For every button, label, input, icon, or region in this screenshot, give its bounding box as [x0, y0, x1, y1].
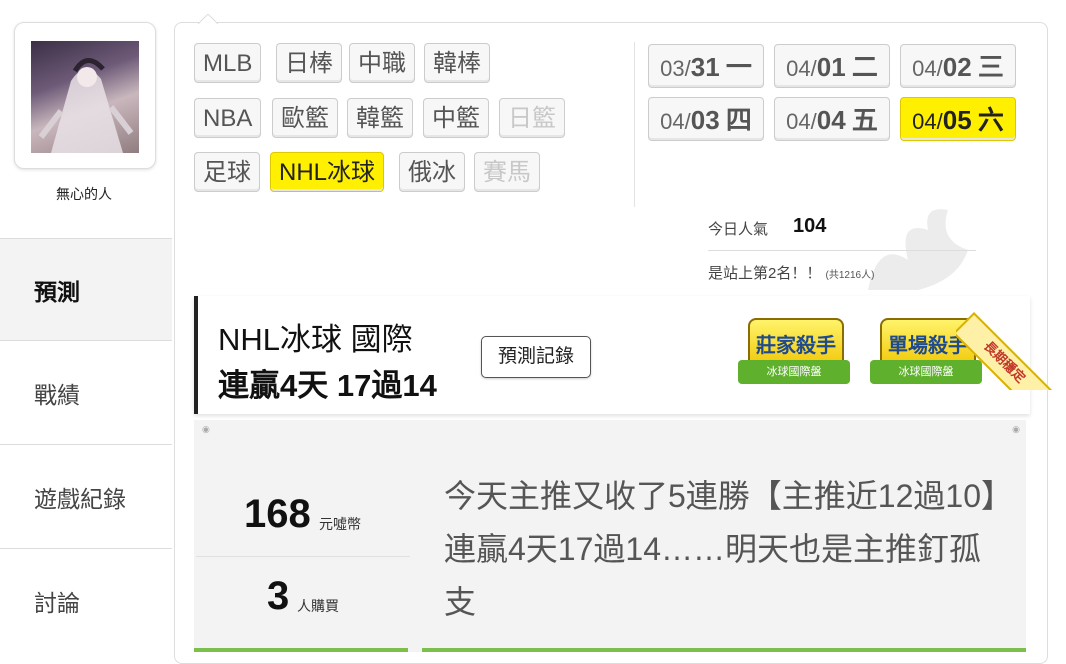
buy-button-edge[interactable]	[194, 648, 408, 652]
prediction-title: NHL冰球 國際	[218, 322, 413, 357]
league-soccer[interactable]: 足球	[194, 152, 260, 192]
price-value: 168	[244, 492, 311, 536]
badge-ribbon: 冰球國際盤	[738, 360, 850, 384]
divider	[634, 42, 635, 207]
username[interactable]: 無心的人	[14, 184, 154, 204]
nav-label: 戰績	[34, 381, 80, 408]
league-b-league: 日籃	[499, 98, 565, 138]
date-0331[interactable]: 03/31 一	[648, 44, 764, 88]
league-npb[interactable]: 日棒	[276, 43, 342, 83]
side-nav: 預測 戰績 遊戲紀錄 討論	[0, 238, 172, 652]
prediction-record-button[interactable]: 預測記錄	[481, 336, 591, 378]
pointer-notch-icon	[198, 14, 218, 24]
league-horse-racing: 賽馬	[474, 152, 540, 192]
nav-label: 預測	[34, 278, 80, 305]
prediction-streak: 連贏4天 17過14	[218, 368, 437, 403]
league-nba[interactable]: NBA	[194, 98, 262, 138]
buyers-unit: 人購買	[297, 598, 339, 614]
date-0403[interactable]: 04/03 四	[648, 97, 764, 141]
pin-icon: ◉	[1012, 424, 1020, 434]
avatar[interactable]	[31, 41, 139, 153]
corner-ribbon-label: 長期穩定	[956, 312, 1055, 390]
divider	[196, 556, 410, 557]
nav-label: 討論	[34, 589, 80, 616]
pin-icon: ◉	[202, 424, 210, 434]
avatar-card[interactable]	[14, 22, 156, 169]
popularity-count: 104	[793, 215, 827, 237]
league-cpbl[interactable]: 中職	[349, 43, 415, 83]
nav-label: 遊戲紀錄	[34, 485, 126, 512]
league-mlb[interactable]: MLB	[194, 43, 262, 83]
league-euro-basketball[interactable]: 歐籃	[272, 98, 338, 138]
nav-item-record[interactable]: 戰績	[0, 340, 172, 444]
corner-ribbon: 長期穩定	[956, 290, 1056, 390]
buy-button-edge[interactable]	[422, 648, 1026, 652]
decorative-flame-icon	[868, 209, 968, 290]
buyers-count: 3	[267, 574, 290, 618]
league-kbo[interactable]: 韓棒	[424, 43, 490, 83]
avatar-illustration-icon	[38, 58, 134, 153]
popularity-label: 今日人氣	[708, 221, 769, 238]
league-nhl[interactable]: NHL冰球	[270, 152, 385, 192]
league-sbl[interactable]: 中籃	[423, 98, 489, 138]
date-0402[interactable]: 04/02 三	[900, 44, 1016, 88]
price-unit: 元噓幣	[319, 516, 361, 532]
rank-text: 是站上第2名！！ (共1216人)	[708, 265, 875, 282]
date-0401[interactable]: 04/01 二	[774, 44, 890, 88]
listing-description: 今天主推又收了5連勝【主推近12過10】連贏4天17過14……明天也是主推釘孤支	[444, 478, 997, 620]
nav-item-game-log[interactable]: 遊戲紀錄	[0, 444, 172, 548]
date-0404[interactable]: 04/04 五	[774, 97, 890, 141]
divider	[708, 250, 976, 251]
nav-item-predict[interactable]: 預測	[0, 238, 172, 340]
league-khl[interactable]: 俄冰	[399, 152, 465, 192]
date-0405[interactable]: 04/05 六	[900, 97, 1016, 141]
league-kbl[interactable]: 韓籃	[347, 98, 413, 138]
nav-item-discuss[interactable]: 討論	[0, 548, 172, 652]
badge-bookmaker-killer: 莊家殺手 冰球國際盤	[734, 312, 854, 394]
